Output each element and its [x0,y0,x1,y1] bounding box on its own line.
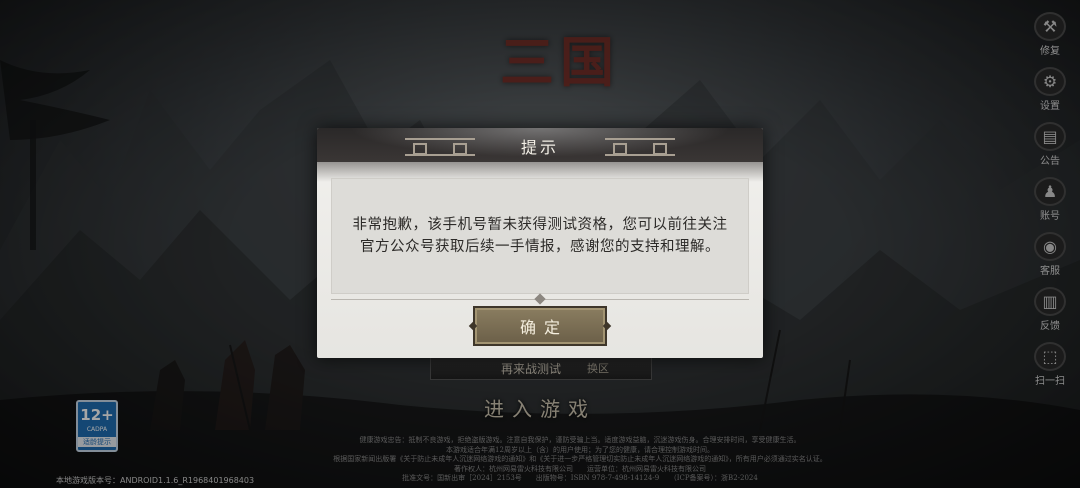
message-line: 官方公众号获取后续一手情报，感谢您的支持和理解。 [360,239,720,255]
corner-ornament-icon [468,321,478,331]
message-line: 非常抱歉，该手机号暂未获得测试资格，您可以前往关注 [352,217,728,233]
message-box: 非常抱歉，该手机号暂未获得测试资格，您可以前往关注 官方公众号获取后续一手情报，… [331,178,749,294]
dialog-title: 提示 [520,138,559,157]
tip-dialog: 提示 非常抱歉，该手机号暂未获得测试资格，您可以前往关注 官方公众号获取后续一手… [317,128,763,358]
confirm-label: 确定 [519,318,568,337]
diamond-icon [534,293,546,305]
dialog-message: 非常抱歉，该手机号暂未获得测试资格，您可以前往关注 官方公众号获取后续一手情报，… [353,214,728,258]
corner-ornament-icon [602,321,612,331]
dialog-header: 提示 [317,128,763,162]
confirm-button[interactable]: 确定 [468,306,612,346]
